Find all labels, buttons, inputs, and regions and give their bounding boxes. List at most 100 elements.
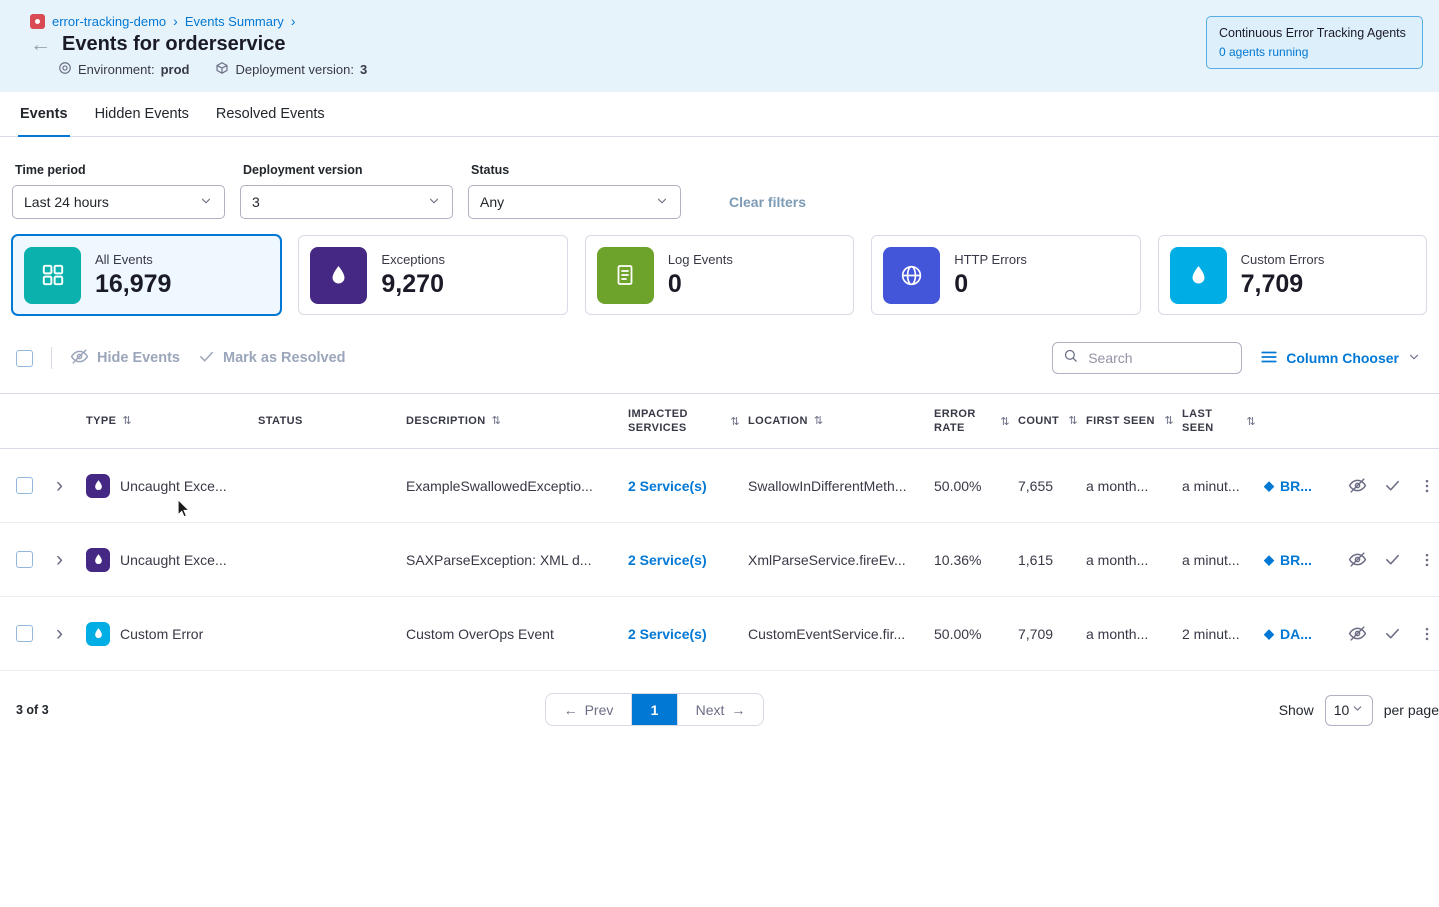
mark-resolved-button[interactable]: Mark as Resolved (198, 348, 346, 369)
card-value: 9,270 (381, 270, 445, 299)
deployment-version-select[interactable]: 3 (240, 185, 453, 219)
tab-hidden-events-label: Hidden Events (95, 106, 189, 122)
column-location[interactable]: LOCATION (748, 414, 808, 428)
filter-bar: Time period Last 24 hours Deployment ver… (0, 137, 1439, 219)
column-impacted-services[interactable]: IMPACTED SERVICES (628, 407, 724, 436)
row-checkbox[interactable] (16, 625, 33, 642)
sort-icon[interactable]: ⇅ (1068, 414, 1078, 427)
select-all-checkbox[interactable] (16, 350, 33, 367)
impacted-services-link[interactable]: 2 Service(s) (628, 552, 748, 568)
ticket-tag[interactable]: ◆BR... (1264, 552, 1340, 568)
agents-running-link[interactable]: 0 agents running (1219, 45, 1410, 59)
sort-icon[interactable]: ⇅ (1164, 414, 1174, 427)
expand-row-icon[interactable]: › (52, 549, 86, 570)
row-checkbox[interactable] (16, 551, 33, 568)
card-label: Custom Errors (1241, 252, 1325, 267)
column-description[interactable]: DESCRIPTION (406, 414, 486, 428)
deployment-value: 3 (360, 62, 367, 77)
tab-resolved-events[interactable]: Resolved Events (214, 92, 327, 136)
status-select[interactable]: Any (468, 185, 681, 219)
flame-icon (310, 247, 367, 304)
tab-events[interactable]: Events (18, 92, 70, 136)
more-menu-icon[interactable] (1418, 477, 1436, 495)
breadcrumb-project-link[interactable]: error-tracking-demo (52, 14, 166, 29)
table-header: TYPE⇅ STATUS DESCRIPTION⇅ IMPACTED SERVI… (0, 393, 1439, 449)
show-label: Show (1279, 702, 1314, 718)
resolve-event-icon[interactable] (1384, 625, 1401, 642)
next-page-button[interactable]: Next → (677, 694, 763, 725)
card-http-errors[interactable]: HTTP Errors0 (871, 235, 1140, 315)
status-value: Any (480, 194, 504, 210)
diamond-icon: ◆ (1264, 478, 1274, 494)
resolve-event-icon[interactable] (1384, 477, 1401, 494)
sort-icon[interactable]: ⇅ (1000, 415, 1010, 428)
hide-event-icon[interactable] (1348, 624, 1367, 643)
environment-icon (58, 61, 72, 78)
column-last-seen[interactable]: LAST SEEN (1182, 407, 1240, 436)
error-rate: 50.00% (934, 626, 1018, 642)
hide-event-icon[interactable] (1348, 476, 1367, 495)
diamond-icon: ◆ (1264, 552, 1274, 568)
first-seen: a month... (1086, 552, 1182, 568)
check-icon (198, 348, 215, 369)
clear-filters-button[interactable]: Clear filters (729, 194, 806, 210)
card-value: 0 (668, 270, 733, 299)
event-type: Uncaught Exce... (120, 552, 237, 568)
card-custom-errors[interactable]: Custom Errors7,709 (1158, 235, 1427, 315)
event-location: SwallowInDifferentMeth... (748, 478, 934, 494)
event-location: XmlParseService.fireEv... (748, 552, 934, 568)
chevron-down-icon (1407, 350, 1421, 367)
card-label: Exceptions (381, 252, 445, 267)
time-period-select[interactable]: Last 24 hours (12, 185, 225, 219)
card-log-events[interactable]: Log Events0 (585, 235, 854, 315)
column-first-seen[interactable]: FIRST SEEN (1086, 414, 1155, 428)
column-chooser-button[interactable]: Column Chooser (1260, 348, 1421, 369)
expand-row-icon[interactable]: › (52, 475, 86, 496)
ticket-tag[interactable]: ◆BR... (1264, 478, 1340, 494)
agents-panel[interactable]: Continuous Error Tracking Agents 0 agent… (1206, 16, 1423, 69)
table-footer: 3 of 3 ← Prev 1 Next → Show 10 per page (0, 693, 1439, 727)
flame-icon (1170, 247, 1227, 304)
more-menu-icon[interactable] (1418, 625, 1436, 643)
prev-arrow-icon: ← (564, 702, 578, 718)
ticket-tag-label: DA... (1280, 626, 1312, 642)
more-menu-icon[interactable] (1418, 551, 1436, 569)
search-input[interactable] (1086, 349, 1231, 367)
row-checkbox[interactable] (16, 477, 33, 494)
mark-resolved-label: Mark as Resolved (223, 350, 346, 366)
column-error-rate[interactable]: ERROR RATE (934, 407, 994, 436)
sort-icon[interactable]: ⇅ (730, 415, 740, 428)
chevron-down-icon (655, 194, 669, 211)
pagination: ← Prev 1 Next → (545, 693, 764, 726)
prev-page-button[interactable]: ← Prev (546, 694, 632, 725)
page-size-select[interactable]: 10 (1325, 695, 1373, 726)
sort-icon[interactable]: ⇅ (1246, 415, 1256, 428)
sort-icon[interactable]: ⇅ (814, 414, 824, 427)
ticket-tag[interactable]: ◆ DA... (1264, 626, 1340, 642)
breadcrumb-events-summary-link[interactable]: Events Summary (185, 14, 284, 29)
grid-icon (24, 247, 81, 304)
hide-event-icon[interactable] (1348, 550, 1367, 569)
column-type[interactable]: TYPE (86, 414, 116, 428)
impacted-services-link[interactable]: 2 Service(s) (628, 626, 748, 642)
card-value: 0 (954, 270, 1027, 299)
impacted-services-link[interactable]: 2 Service(s) (628, 478, 748, 494)
error-rate: 10.36% (934, 552, 1018, 568)
page-1-button[interactable]: 1 (632, 694, 677, 725)
column-count[interactable]: COUNT (1018, 414, 1059, 428)
hide-events-button[interactable]: Hide Events (70, 347, 180, 370)
diamond-icon: ◆ (1264, 626, 1274, 642)
sort-icon[interactable]: ⇅ (122, 414, 132, 427)
card-exceptions[interactable]: Exceptions 9,270 (298, 235, 567, 315)
tab-hidden-events[interactable]: Hidden Events (93, 92, 191, 136)
resolve-event-icon[interactable] (1384, 551, 1401, 568)
page-title: Events for orderservice (62, 33, 285, 56)
back-button[interactable]: ← (30, 34, 51, 55)
expand-row-icon[interactable]: › (52, 623, 86, 644)
page-header: error-tracking-demo › Events Summary › ←… (0, 0, 1439, 92)
sort-icon[interactable]: ⇅ (492, 414, 502, 427)
tab-bar: Events Hidden Events Resolved Events (0, 92, 1439, 137)
card-all-events[interactable]: All Events16,979 (12, 235, 281, 315)
search-icon (1063, 348, 1078, 368)
breadcrumb-separator-icon: › (173, 13, 178, 29)
